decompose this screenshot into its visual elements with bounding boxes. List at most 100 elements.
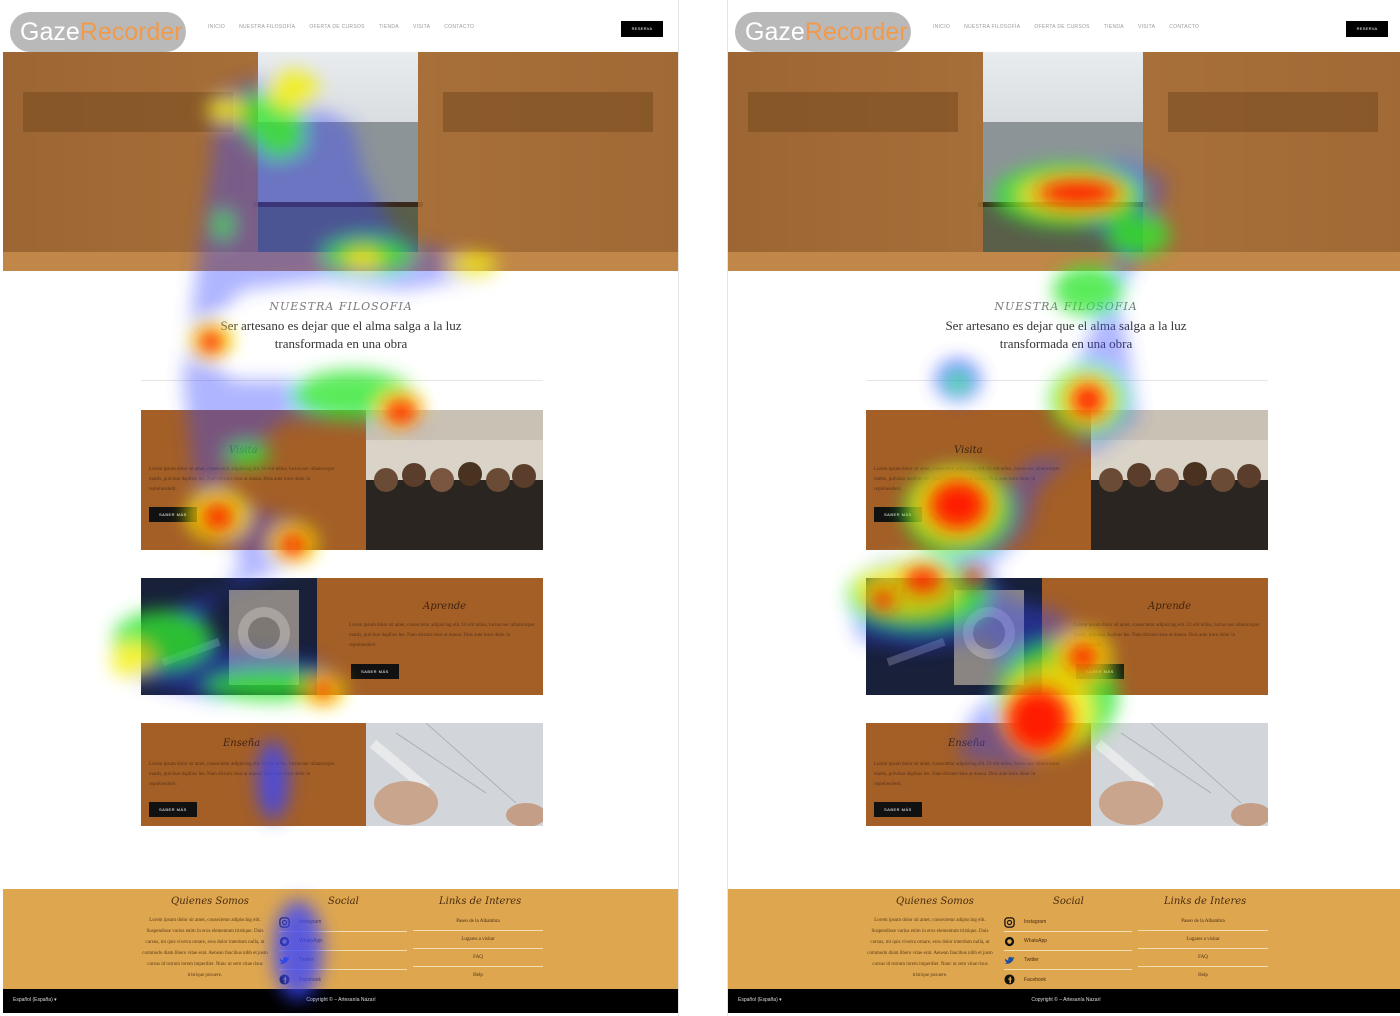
bottom-bar: Español (España) ▾ Copyright © – Artesan…	[728, 989, 1400, 1013]
social-title: Social	[328, 896, 359, 907]
footer-link[interactable]: Help	[1138, 967, 1268, 985]
card-title: Enseña	[223, 738, 261, 749]
card-text: Aprende Lorem ipsum dolor sit amet, cons…	[317, 578, 543, 695]
card-ensena: Enseña Lorem ipsum dolor sit amet, conse…	[866, 723, 1268, 826]
heatmap-panel-right: GazeRecorder INICIO NUESTRA FILOSOFÍA OF…	[727, 0, 1400, 1016]
card-body: Lorem ipsum dolor sit amet, consectetur …	[349, 623, 535, 648]
instagram-icon	[279, 916, 290, 928]
card-body: Lorem ipsum dolor sit amet, consectetur …	[149, 762, 335, 787]
social-item-facebook[interactable]: Facebook	[1004, 970, 1132, 989]
social-item-whatsapp[interactable]: WhatsApp	[1004, 932, 1132, 951]
social-item-instagram[interactable]: Instagram	[279, 913, 407, 932]
philosophy-quote: Ser artesano es dejar que el alma salga …	[945, 318, 1187, 351]
copyright-text: Copyright © – Artesanía Nazarí	[1031, 997, 1101, 1003]
links-list: Paseo de la Alhambra Lugares a visitar F…	[1138, 913, 1268, 985]
whatsapp-icon	[1004, 936, 1015, 946]
social-list: Instagram WhatsApp Twitter Facebook	[279, 913, 407, 989]
footer-link[interactable]: FAQ	[413, 949, 543, 967]
card-body: Lorem ipsum dolor sit amet, consectetur …	[1074, 623, 1260, 648]
drawing-photo	[366, 723, 543, 826]
section-divider	[866, 380, 1268, 381]
nav-link-tienda[interactable]: TIENDA	[1104, 24, 1124, 30]
about-text: Lorem ipsum dolor sit amet, consectetur …	[867, 918, 993, 978]
links-title: Links de Interes	[439, 896, 522, 907]
card-title: Aprende	[1148, 601, 1192, 612]
card-body: Lorem ipsum dolor sit amet, consectetur …	[874, 762, 1060, 787]
saber-mas-button[interactable]: SABER MÁS	[149, 802, 197, 817]
saber-mas-button[interactable]: SABER MÁS	[874, 507, 922, 522]
nav-links: INICIO NUESTRA FILOSOFÍA OFERTA DE CURSO…	[208, 24, 474, 30]
gazerecorder-badge: GazeRecorder	[10, 12, 186, 52]
footer-link[interactable]: FAQ	[1138, 949, 1268, 967]
card-text: Aprende Lorem ipsum dolor sit amet, cons…	[1042, 578, 1268, 695]
group-photo	[366, 410, 543, 550]
footer-link[interactable]: Lugares a visitar	[1138, 931, 1268, 949]
footer-link[interactable]: Help	[413, 967, 543, 985]
nav-link-filosofia[interactable]: NUESTRA FILOSOFÍA	[239, 24, 295, 30]
footer-link[interactable]: Lugares a visitar	[413, 931, 543, 949]
nav-link-contacto[interactable]: CONTACTO	[1169, 24, 1199, 30]
card-visita: Visita Lorem ipsum dolor sit amet, conse…	[141, 410, 543, 550]
card-title: Enseña	[948, 738, 986, 749]
card-body: Lorem ipsum dolor sit amet, consectetur …	[149, 467, 335, 492]
hero-image	[728, 52, 1400, 271]
saber-mas-button[interactable]: SABER MÁS	[1076, 664, 1124, 679]
tile-photo	[866, 578, 1042, 695]
card-text: Visita Lorem ipsum dolor sit amet, conse…	[141, 410, 366, 550]
social-item-whatsapp[interactable]: WhatsApp	[279, 932, 407, 951]
footer: Quienes Somos Lorem ipsum dolor sit amet…	[3, 889, 678, 989]
card-text: Enseña Lorem ipsum dolor sit amet, conse…	[141, 723, 366, 826]
hero-image	[3, 52, 678, 271]
nav-link-visita[interactable]: VISITA	[1138, 24, 1155, 30]
nav-link-cursos[interactable]: OFERTA DE CURSOS	[309, 24, 364, 30]
reserva-button[interactable]: RESERVA	[621, 21, 663, 37]
card-text: Enseña Lorem ipsum dolor sit amet, conse…	[866, 723, 1091, 826]
nav-link-inicio[interactable]: INICIO	[933, 24, 950, 30]
philosophy-quote: Ser artesano es dejar que el alma salga …	[220, 318, 462, 351]
about-title: Quienes Somos	[171, 896, 249, 907]
saber-mas-button[interactable]: SABER MÁS	[874, 802, 922, 817]
philosophy-section: NUESTRA FILOSOFIA Ser artesano es dejar …	[728, 300, 1400, 353]
instagram-icon	[1004, 916, 1015, 928]
social-item-instagram[interactable]: Instagram	[1004, 913, 1132, 932]
card-aprende: Aprende Lorem ipsum dolor sit amet, cons…	[866, 578, 1268, 695]
social-item-twitter[interactable]: Twitter	[1004, 951, 1132, 970]
saber-mas-button[interactable]: SABER MÁS	[149, 507, 197, 522]
links-list: Paseo de la Alhambra Lugares a visitar F…	[413, 913, 543, 985]
bottom-bar: Español (España) ▾ Copyright © – Artesan…	[3, 989, 678, 1013]
nav-link-tienda[interactable]: TIENDA	[379, 24, 399, 30]
heatmap-panel-left: GazeRecorder INICIO NUESTRA FILOSOFÍA OF…	[3, 0, 679, 1016]
gazerecorder-badge: GazeRecorder	[735, 12, 911, 52]
card-title: Aprende	[423, 601, 467, 612]
nav-link-inicio[interactable]: INICIO	[208, 24, 225, 30]
reserva-button[interactable]: RESERVA	[1346, 21, 1388, 37]
social-title: Social	[1053, 896, 1084, 907]
twitter-icon	[279, 956, 290, 964]
social-item-twitter[interactable]: Twitter	[279, 951, 407, 970]
footer-link[interactable]: Paseo de la Alhambra	[413, 913, 543, 931]
nav-links: INICIO NUESTRA FILOSOFÍA OFERTA DE CURSO…	[933, 24, 1199, 30]
card-visita: Visita Lorem ipsum dolor sit amet, conse…	[866, 410, 1268, 550]
links-title: Links de Interes	[1164, 896, 1247, 907]
card-title: Visita	[229, 445, 258, 456]
drawing-photo	[1091, 723, 1268, 826]
footer-link[interactable]: Paseo de la Alhambra	[1138, 913, 1268, 931]
saber-mas-button[interactable]: SABER MÁS	[351, 664, 399, 679]
nav-link-visita[interactable]: VISITA	[413, 24, 430, 30]
card-aprende: Aprende Lorem ipsum dolor sit amet, cons…	[141, 578, 543, 695]
section-divider	[141, 380, 543, 381]
nav-link-cursos[interactable]: OFERTA DE CURSOS	[1034, 24, 1089, 30]
about-text: Lorem ipsum dolor sit amet, consectetur …	[142, 918, 268, 978]
tile-photo	[141, 578, 317, 695]
facebook-icon	[279, 974, 290, 985]
twitter-icon	[1004, 956, 1015, 964]
card-title: Visita	[954, 445, 983, 456]
nav-link-contacto[interactable]: CONTACTO	[444, 24, 474, 30]
philosophy-section: NUESTRA FILOSOFIA Ser artesano es dejar …	[3, 300, 678, 353]
nav-link-filosofia[interactable]: NUESTRA FILOSOFÍA	[964, 24, 1020, 30]
philosophy-eyebrow: NUESTRA FILOSOFIA	[994, 300, 1138, 313]
group-photo	[1091, 410, 1268, 550]
social-list: Instagram WhatsApp Twitter Facebook	[1004, 913, 1132, 989]
social-item-facebook[interactable]: Facebook	[279, 970, 407, 989]
facebook-icon	[1004, 974, 1015, 985]
